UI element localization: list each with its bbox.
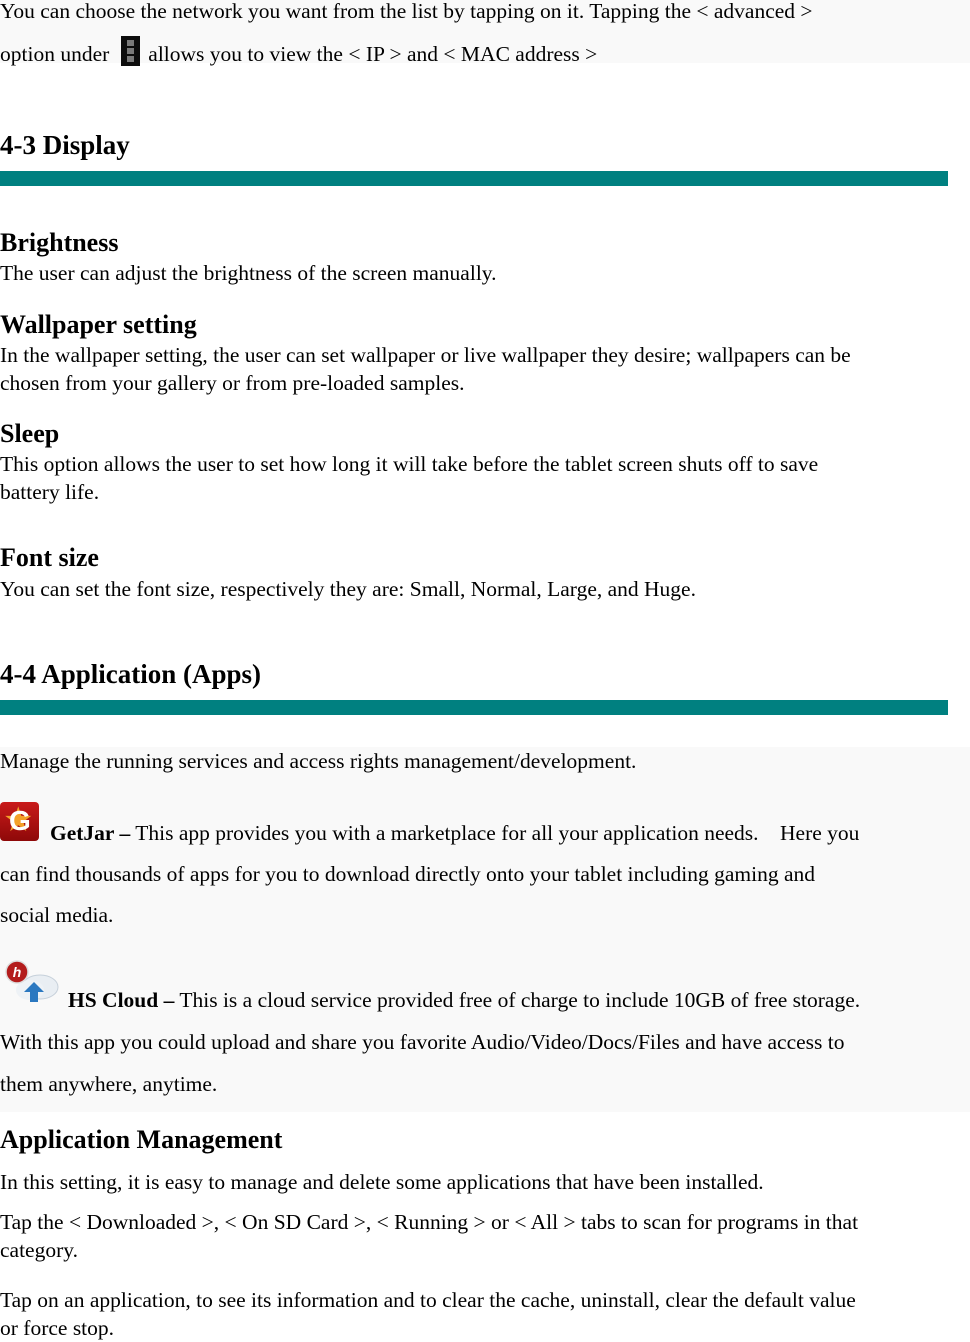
hscloud-line-2: With this app you could upload and share…: [0, 1030, 845, 1054]
apps-intro: Manage the running services and access r…: [0, 749, 637, 773]
app-mgmt-para-3-line-1: Tap on an application, to see its inform…: [0, 1288, 856, 1312]
getjar-desc-1: This app provides you with a marketplace…: [135, 821, 860, 845]
app-mgmt-para-1: In this setting, it is easy to manage an…: [0, 1170, 764, 1194]
app-mgmt-para-2-line-1: Tap the < Downloaded >, < On SD Card >, …: [0, 1210, 859, 1234]
heading-app-management: Application Management: [0, 1125, 283, 1154]
svg-text:h: h: [13, 964, 22, 980]
text-brightness: The user can adjust the brightness of th…: [0, 261, 497, 285]
getjar-line-1: GetJar – This app provides you with a ma…: [50, 819, 859, 847]
hscloud-line-3: them anywhere, anytime.: [0, 1072, 218, 1096]
intro-line-2: option under allows you to view the < IP …: [0, 36, 597, 68]
hs-cloud-icon: h: [5, 960, 59, 1002]
intro-line-2-after: allows you to view the < IP > and < MAC …: [148, 42, 598, 66]
heading-font-size: Font size: [0, 543, 99, 572]
hscloud-line-1: HS Cloud – This is a cloud service provi…: [68, 986, 860, 1014]
hscloud-name: HS Cloud –: [68, 988, 175, 1012]
text-wallpaper-1: In the wallpaper setting, the user can s…: [0, 343, 851, 367]
getjar-line-2: can find thousands of apps for you to do…: [0, 862, 816, 886]
hscloud-desc-1: This is a cloud service provided free of…: [179, 988, 861, 1012]
text-font-size: You can set the font size, respectively …: [0, 577, 696, 601]
intro-line-2-before: option under: [0, 42, 110, 66]
apps-band: [0, 747, 970, 1112]
heading-brightness: Brightness: [0, 228, 119, 257]
overflow-menu-icon: [121, 36, 141, 66]
getjar-name: GetJar –: [50, 821, 131, 845]
app-mgmt-para-2-line-2: category.: [0, 1238, 78, 1262]
getjar-line-3: social media.: [0, 903, 114, 927]
text-sleep-1: This option allows the user to set how l…: [0, 452, 819, 476]
intro-line-1: You can choose the network you want from…: [0, 0, 813, 23]
text-sleep-2: battery life.: [0, 480, 100, 504]
section-rule-apps: [0, 700, 948, 715]
text-wallpaper-2: chosen from your gallery or from pre-loa…: [0, 371, 465, 395]
heading-sleep: Sleep: [0, 419, 60, 448]
section-title-apps: 4-4 Application (Apps): [0, 659, 262, 689]
app-mgmt-para-3-line-2: or force stop.: [0, 1316, 115, 1340]
section-title-display: 4-3 Display: [0, 130, 130, 160]
getjar-icon: ★ G: [0, 802, 39, 841]
section-rule-display: [0, 171, 948, 186]
heading-wallpaper: Wallpaper setting: [0, 310, 197, 339]
